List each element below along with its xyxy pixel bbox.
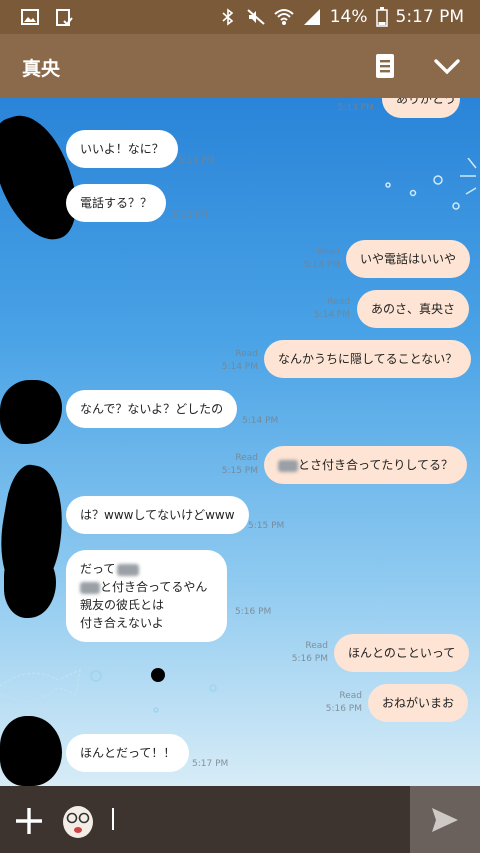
message-text: おねがいまお	[382, 696, 455, 710]
bluetooth-icon	[222, 8, 233, 26]
redacted-name	[117, 563, 140, 576]
status-bar: 14% 5:17 PM	[0, 0, 480, 34]
message-line: 親友の彼氏とは	[80, 598, 165, 612]
message-text: いや電話はいいや	[360, 252, 457, 266]
message-read-status: Read 5:16 PM	[291, 641, 328, 664]
message-line: だって	[80, 562, 116, 576]
send-icon	[432, 808, 458, 832]
message-text: ありがとう	[396, 98, 457, 106]
message-line: と付き合ってるやん	[100, 580, 208, 594]
text-cursor	[112, 808, 114, 830]
plus-icon[interactable]	[14, 806, 44, 836]
chat-title: 真央	[22, 58, 61, 80]
message-time: 5:14 PM	[242, 416, 279, 426]
message-read-status: Read 5:15 PM	[221, 453, 258, 476]
notes-icon[interactable]	[370, 52, 400, 80]
message-bubble-incoming[interactable]: なんで？ないよ？どしたの	[66, 390, 238, 428]
message-text: は？wwwしてないけどwww	[80, 508, 235, 522]
message-text: なんかうちに隠してることない？	[278, 352, 458, 366]
avatar-redacted	[0, 380, 62, 444]
message-time: 5:13 PM	[337, 103, 374, 113]
battery-icon	[375, 7, 388, 27]
message-bubble-outgoing[interactable]: あのさ、真央さ	[357, 290, 470, 328]
message-input-bar	[0, 786, 480, 853]
message-bubble-incoming[interactable]: 電話する？？	[66, 184, 167, 222]
redacted-name	[278, 459, 298, 472]
message-bubble-outgoing[interactable]: とさ付き合ってたりしてる？	[264, 446, 468, 484]
message-text: ほんとのこといって	[348, 646, 456, 660]
battery-percent: 14%	[329, 7, 368, 27]
avatar-redacted	[4, 550, 56, 618]
checklist-icon	[56, 9, 73, 26]
message-time: 5:13 PM	[172, 210, 209, 220]
message-bubble-outgoing[interactable]: なんかうちに隠してることない？	[264, 340, 472, 378]
message-read-status: Read 5:14 PM	[221, 349, 258, 372]
chat-header: 真央	[0, 34, 480, 98]
send-button[interactable]	[410, 786, 480, 853]
avatar-redacted	[0, 105, 89, 251]
message-time: 5:13 PM	[178, 156, 215, 166]
chat-area[interactable]: ありがとう 5:13 PM いいよ！なに？ 5:13 PM 電話する？？ 5:1…	[0, 98, 480, 786]
message-bubble-outgoing[interactable]: ほんとのこといって	[334, 634, 470, 672]
message-read-status: Read 5:14 PM	[303, 247, 340, 270]
wifi-icon	[274, 9, 294, 25]
message-text: ほんとだって！！	[80, 746, 176, 760]
message-bubble-incoming[interactable]: ほんとだって！！	[66, 734, 190, 772]
sparkle-doodle-icon	[385, 158, 477, 210]
message-bubble-outgoing[interactable]: いや電話はいいや	[346, 240, 471, 278]
message-time: 5:16 PM	[235, 607, 272, 617]
message-text: 電話する？？	[80, 196, 153, 210]
image-icon	[21, 9, 39, 25]
message-bubble-outgoing[interactable]: ありがとう	[382, 98, 460, 118]
message-bubble-incoming[interactable]: いいよ！なに？	[66, 130, 178, 168]
message-bubble-incoming[interactable]: は？wwwしてないけどwww	[66, 496, 249, 534]
mute-icon	[247, 9, 265, 25]
redacted-name	[80, 581, 100, 594]
avatar-redacted	[0, 716, 62, 786]
message-read-status: Read 5:16 PM	[325, 691, 362, 714]
message-bubble-outgoing[interactable]: おねがいまお	[368, 684, 469, 722]
message-input[interactable]	[104, 796, 404, 843]
message-text: あのさ、真央さ	[371, 302, 456, 316]
message-time: 5:17 PM	[192, 759, 229, 769]
message-text: とさ付き合ってたりしてる？	[298, 458, 454, 472]
message-text: なんで？ないよ？どしたの	[80, 402, 224, 416]
chevron-down-icon[interactable]	[432, 52, 462, 80]
signal-icon	[303, 9, 320, 25]
message-read-status: Read 5:14 PM	[313, 297, 350, 320]
message-line: 付き合えないよ	[80, 616, 164, 630]
message-time: 5:15 PM	[248, 521, 285, 531]
message-text: いいよ！なに？	[80, 142, 164, 156]
sticker-icon[interactable]	[58, 800, 98, 840]
message-bubble-incoming[interactable]: だって と付き合ってるやん 親友の彼氏とは 付き合えないよ	[66, 550, 227, 642]
ink-dot	[151, 668, 165, 682]
status-time: 5:17 PM	[395, 7, 465, 27]
